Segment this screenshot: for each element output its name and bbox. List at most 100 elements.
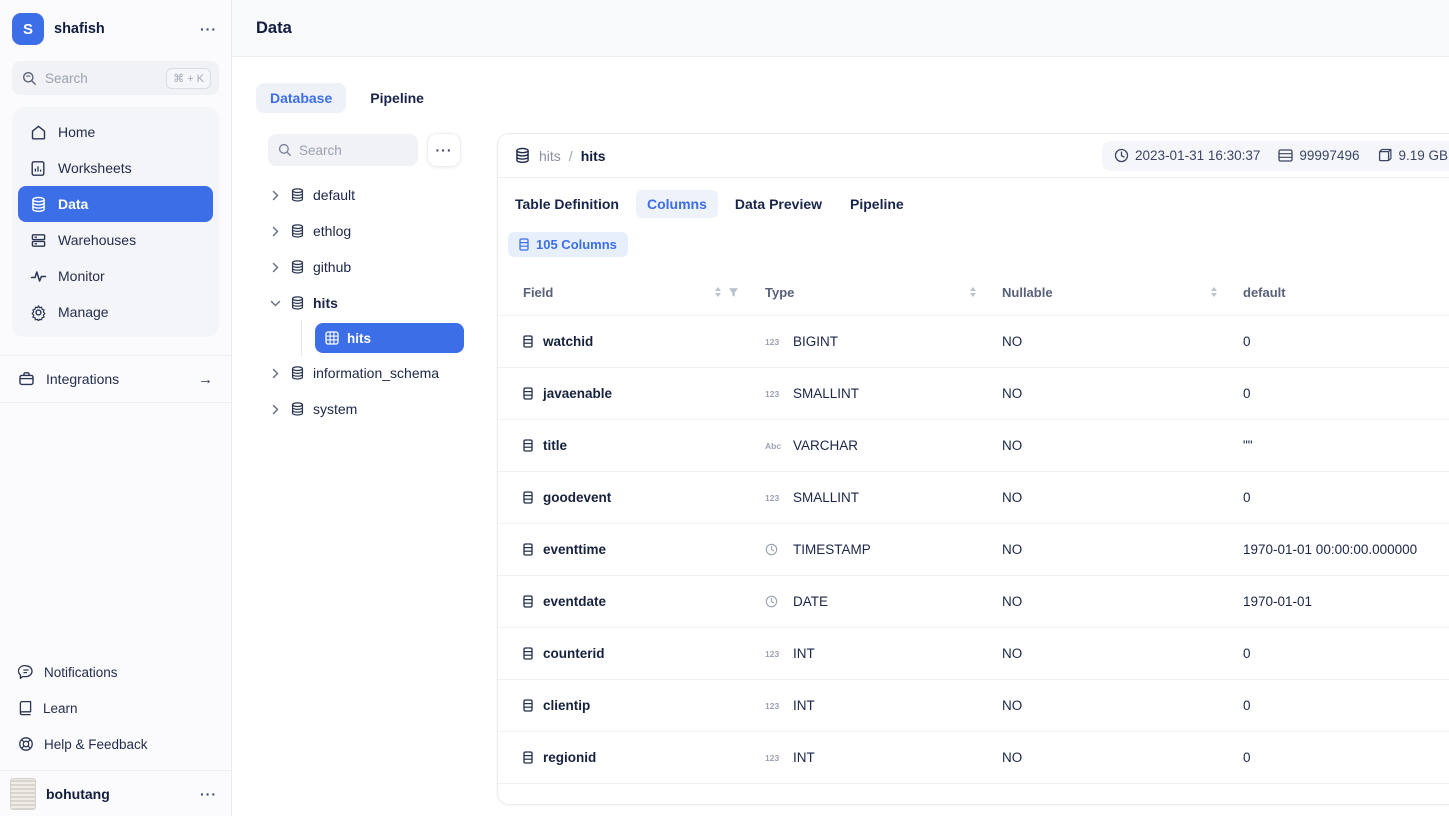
notifications-icon (18, 664, 34, 680)
table-row[interactable]: title AbcVARCHAR NO "" (498, 419, 1449, 471)
type-name: SMALLINT (793, 386, 859, 401)
tab-columns[interactable]: Columns (636, 190, 718, 218)
sidebar-item-label: Manage (58, 304, 109, 320)
tree-node-ethlog[interactable]: ethlog (256, 213, 481, 249)
table-breadcrumb-bar: hits / hits 2023-01-31 16:30:37 99997496 (498, 134, 1449, 178)
tree-node-label: information_schema (313, 365, 439, 381)
table-detail-card: hits / hits 2023-01-31 16:30:37 99997496 (497, 133, 1449, 805)
sidebar-footer-links: Notifications Learn Help & Feedback (0, 654, 231, 762)
filter-icon[interactable] (728, 287, 739, 298)
database-icon (290, 295, 305, 311)
sidebar-item-warehouses[interactable]: Warehouses (18, 222, 213, 258)
header-label: Field (523, 285, 553, 300)
footer-item-label: Notifications (44, 665, 118, 680)
org-more-icon[interactable]: ··· (200, 22, 217, 36)
table-row[interactable]: eventdate DATE NO 1970-01-01 (498, 575, 1449, 627)
tab-pipeline[interactable]: Pipeline (356, 83, 438, 113)
tree-child-wrap: hits (256, 322, 481, 354)
sort-icon[interactable] (1211, 287, 1217, 297)
user-more-icon[interactable]: ··· (200, 787, 217, 801)
database-tree: Search ··· default ethlog (256, 133, 481, 427)
tree-node-label: ethlog (313, 223, 351, 239)
global-search-input[interactable]: Search ⌘ + K (12, 61, 219, 95)
field-name: counterid (543, 646, 605, 661)
sidebar-item-monitor[interactable]: Monitor (18, 258, 213, 294)
table-grid-icon (325, 331, 339, 345)
table-tabs: Table Definition Columns Data Preview Pi… (498, 178, 1449, 218)
column-icon (523, 439, 533, 452)
field-name: regionid (543, 750, 596, 765)
sidebar-item-label: Worksheets (58, 160, 132, 176)
meta-rows-value: 99997496 (1299, 148, 1359, 163)
table-row[interactable]: javaenable 123SMALLINT NO 0 (498, 367, 1449, 419)
tree-node-label: default (313, 187, 355, 203)
header-nullable: Nullable (1002, 285, 1243, 300)
grid-header: Field Type Nullable (498, 269, 1449, 315)
string-type-icon: Abc (765, 441, 785, 451)
sort-icon[interactable] (970, 287, 976, 297)
sidebar-item-worksheets[interactable]: Worksheets (18, 150, 213, 186)
field-name: eventdate (543, 594, 606, 609)
tree-node-github[interactable]: github (256, 249, 481, 285)
tree-more-button[interactable]: ··· (427, 133, 461, 167)
org-row[interactable]: S shafish ··· (0, 0, 231, 55)
more-icon: ··· (436, 143, 453, 157)
tree-search-input[interactable]: Search (268, 134, 418, 166)
database-icon (290, 259, 305, 275)
tree-node-hits-table-selected[interactable]: hits (315, 323, 464, 353)
user-row[interactable]: bohutang ··· (0, 770, 231, 816)
default-value: 1970-01-01 (1243, 594, 1449, 609)
type-name: INT (793, 698, 815, 713)
integrations-label: Integrations (46, 371, 119, 387)
sidebar-item-label: Monitor (58, 268, 105, 284)
tab-pipeline[interactable]: Pipeline (839, 190, 915, 218)
database-icon (290, 401, 305, 417)
sidebar-item-data[interactable]: Data (18, 186, 213, 222)
sidebar-item-help-feedback[interactable]: Help & Feedback (6, 726, 225, 762)
type-name: INT (793, 646, 815, 661)
tab-database[interactable]: Database (256, 83, 346, 113)
numeric-type-icon: 123 (765, 389, 785, 399)
sidebar-item-learn[interactable]: Learn (6, 690, 225, 726)
table-row[interactable]: counterid 123INT NO 0 (498, 627, 1449, 679)
tab-table-definition[interactable]: Table Definition (504, 190, 630, 218)
table-row[interactable]: eventtime TIMESTAMP NO 1970-01-01 00:00:… (498, 523, 1449, 575)
field-name: goodevent (543, 490, 611, 505)
nullable-value: NO (1002, 490, 1243, 505)
sidebar-item-home[interactable]: Home (18, 114, 213, 150)
sidebar-item-notifications[interactable]: Notifications (6, 654, 225, 690)
field-name: javaenable (543, 386, 612, 401)
tree-search-placeholder: Search (299, 143, 342, 158)
tree-node-default[interactable]: default (256, 177, 481, 213)
table-row[interactable]: regionid 123INT NO 0 (498, 731, 1449, 783)
sort-icon[interactable] (715, 287, 721, 297)
tree-node-information-schema[interactable]: information_schema (256, 355, 481, 391)
table-row[interactable]: clientip 123INT NO 0 (498, 679, 1449, 731)
numeric-type-icon: 123 (765, 337, 785, 347)
sidebar-item-manage[interactable]: Manage (18, 294, 213, 330)
default-value: 0 (1243, 490, 1449, 505)
tab-data-preview[interactable]: Data Preview (724, 190, 833, 218)
database-icon (29, 196, 47, 213)
default-value: 0 (1243, 334, 1449, 349)
sidebar-item-integrations[interactable]: Integrations → (0, 356, 231, 402)
nullable-value: NO (1002, 438, 1243, 453)
user-name: bohutang (46, 786, 190, 802)
tree-node-hits[interactable]: hits (256, 285, 481, 321)
default-value: 1970-01-01 00:00:00.000000 (1243, 542, 1449, 557)
field-name: watchid (543, 334, 593, 349)
table-row[interactable]: watchid 123BIGINT NO 0 (498, 315, 1449, 367)
table-meta-pill: 2023-01-31 16:30:37 99997496 9.19 GB (1102, 141, 1449, 171)
field-name: eventtime (543, 542, 606, 557)
tree-node-system[interactable]: system (256, 391, 481, 427)
table-row[interactable]: goodevent 123SMALLINT NO 0 (498, 471, 1449, 523)
tree-node-label: hits (347, 331, 371, 346)
meta-rows: 99997496 (1278, 148, 1359, 163)
chevron-right-icon (268, 262, 282, 273)
field-name: title (543, 438, 567, 453)
database-icon (290, 187, 305, 203)
breadcrumb-database[interactable]: hits (539, 148, 561, 164)
column-icon (523, 699, 533, 712)
column-icon (523, 595, 533, 608)
sidebar-item-label: Data (58, 196, 88, 212)
